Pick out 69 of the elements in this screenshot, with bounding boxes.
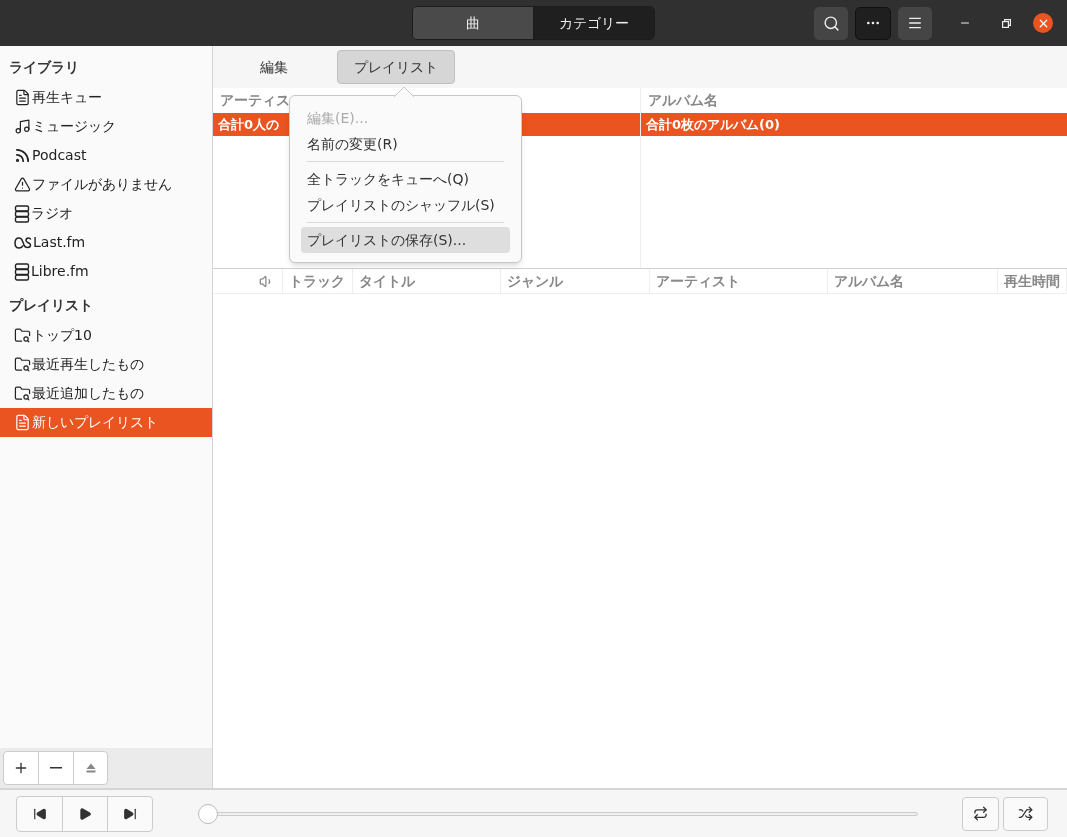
column-header[interactable]: 再生時間 bbox=[998, 269, 1067, 293]
sidebar-item-label: 最近追加したもの bbox=[32, 384, 144, 403]
warning-icon bbox=[14, 176, 31, 193]
column-header[interactable]: アルバム名 bbox=[827, 269, 998, 293]
browser-row[interactable]: 合計0枚のアルバム(0) bbox=[641, 113, 1067, 136]
folder-search-icon bbox=[14, 385, 31, 402]
minus-icon bbox=[50, 767, 62, 769]
menu-icon bbox=[907, 15, 923, 31]
music-note-icon bbox=[14, 118, 31, 135]
sidebar-item-label: 最近再生したもの bbox=[32, 355, 144, 374]
feed-icon bbox=[14, 147, 31, 164]
sidebar-item-label: 新しいプレイリスト bbox=[32, 413, 158, 432]
search-button[interactable] bbox=[814, 6, 848, 40]
sidebar-item[interactable]: Libre.fm bbox=[0, 257, 212, 286]
seek-slider[interactable] bbox=[198, 803, 918, 824]
document-icon bbox=[14, 414, 31, 431]
lastfm-icon bbox=[14, 236, 32, 249]
view-switch-tab[interactable]: 曲 bbox=[413, 7, 533, 39]
sidebar-item[interactable]: 再生キュー bbox=[0, 83, 212, 112]
menu-item[interactable]: 全トラックをキューへ(Q) bbox=[301, 166, 510, 192]
sidebar-item[interactable]: 最近追加したもの bbox=[0, 379, 212, 408]
repeat-icon bbox=[973, 806, 988, 821]
sidebar-item[interactable]: ファイルがありません bbox=[0, 170, 212, 199]
sidebar-item[interactable]: 最近再生したもの bbox=[0, 350, 212, 379]
sidebar-item[interactable]: Podcast bbox=[0, 141, 212, 170]
view-switch-tab[interactable]: カテゴリー bbox=[533, 7, 654, 39]
sidebar-item-label: ラジオ bbox=[31, 204, 73, 223]
sidebar-item-label: Podcast bbox=[32, 146, 87, 165]
toolbar-tab[interactable]: プレイリスト bbox=[337, 50, 455, 84]
next-icon bbox=[123, 806, 137, 821]
folder-search-icon bbox=[14, 327, 31, 344]
shuffle-icon bbox=[1018, 806, 1033, 821]
folder-search-icon bbox=[14, 356, 31, 373]
menu-item[interactable]: プレイリストのシャッフル(S) bbox=[301, 192, 510, 218]
column-header[interactable]: トラック bbox=[282, 269, 353, 293]
close-button[interactable] bbox=[1033, 13, 1053, 33]
document-icon bbox=[14, 89, 31, 106]
restore-icon bbox=[1001, 18, 1011, 28]
menu-button[interactable] bbox=[898, 6, 932, 40]
column-header[interactable]: アーティスト bbox=[650, 269, 828, 293]
server-icon bbox=[14, 262, 30, 281]
sidebar-item-label: ミュージック bbox=[32, 117, 116, 136]
column-header[interactable]: ジャンル bbox=[500, 269, 651, 293]
section-title: ライブラリ bbox=[8, 57, 80, 77]
menu-item[interactable]: プレイリストの保存(S)... bbox=[301, 227, 510, 253]
sidebar-item-label: Libre.fm bbox=[31, 262, 89, 281]
repeat-button[interactable] bbox=[962, 796, 999, 831]
toolbar-tab[interactable]: 編集 bbox=[244, 50, 304, 84]
server-icon bbox=[14, 204, 30, 223]
previous-icon bbox=[32, 806, 47, 821]
section-title: プレイリスト bbox=[8, 295, 94, 315]
play-icon bbox=[78, 806, 92, 821]
sidebar-item-label: Last.fm bbox=[33, 233, 86, 252]
sidebar-item[interactable]: トップ10 bbox=[0, 321, 212, 350]
sidebar-item-label: 再生キュー bbox=[32, 88, 102, 107]
seek-thumb[interactable] bbox=[198, 803, 218, 824]
search-icon bbox=[822, 14, 840, 32]
sidebar-item-label: ファイルがありません bbox=[32, 175, 172, 194]
shuffle-button[interactable] bbox=[1003, 796, 1048, 831]
column-header[interactable]: アルバム名 bbox=[641, 88, 1067, 113]
sidebar-item[interactable]: 新しいプレイリスト bbox=[0, 408, 212, 437]
eject-icon bbox=[85, 763, 96, 773]
plus-icon bbox=[13, 760, 29, 776]
sidebar-item[interactable]: Last.fm bbox=[0, 228, 212, 257]
sidebar-item[interactable]: ミュージック bbox=[0, 112, 212, 141]
menu-item[interactable]: 名前の変更(R) bbox=[301, 131, 510, 157]
sidebar-item[interactable]: ラジオ bbox=[0, 199, 212, 228]
column-header[interactable]: タイトル bbox=[352, 269, 501, 293]
sidebar-item-label: トップ10 bbox=[32, 326, 92, 345]
